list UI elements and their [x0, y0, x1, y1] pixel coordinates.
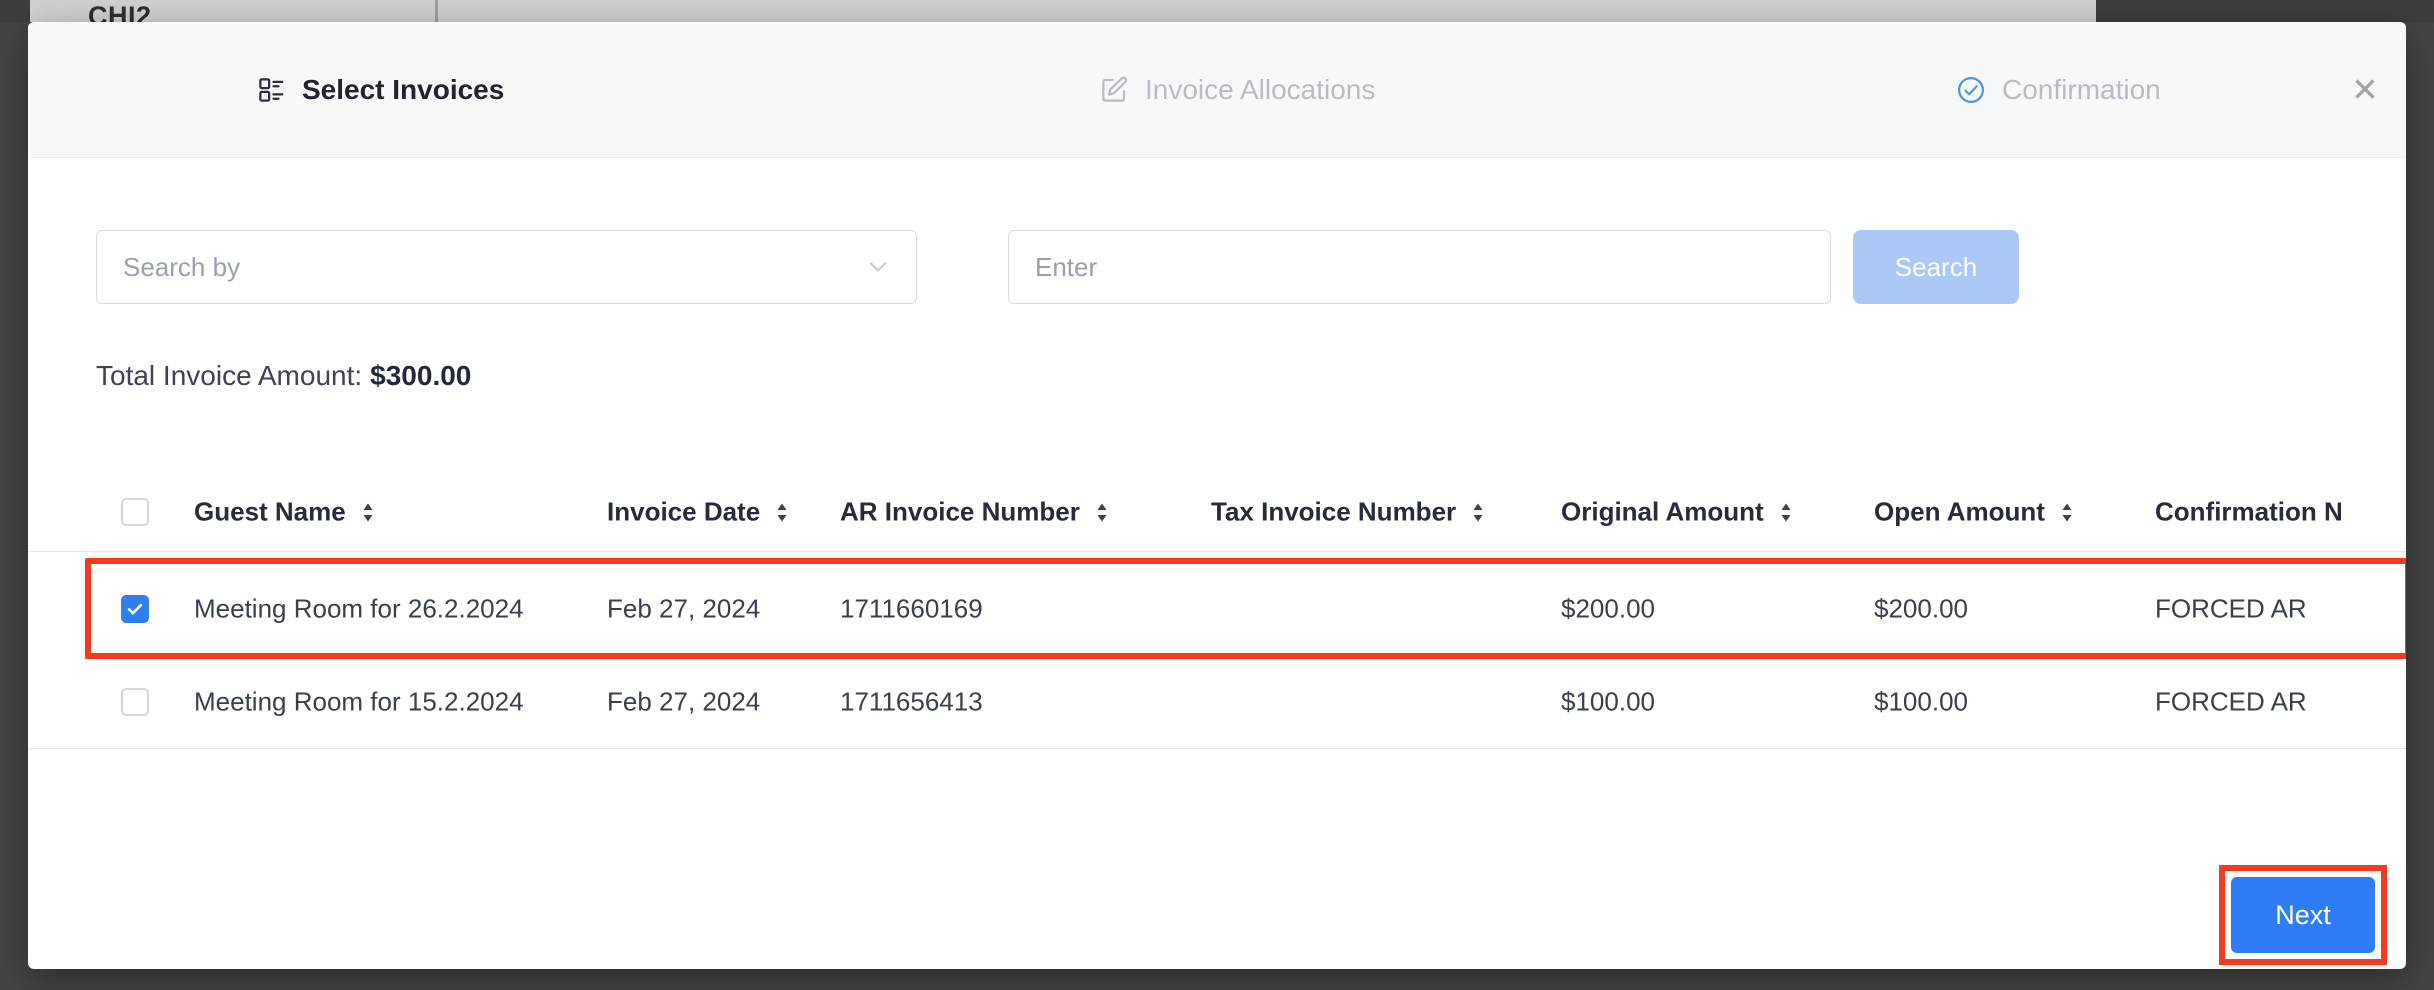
- sort-icon[interactable]: [360, 502, 376, 522]
- check-icon: [125, 599, 145, 619]
- cell-open-amount: $100.00: [1874, 686, 1968, 717]
- column-label: AR Invoice Number: [840, 497, 1080, 528]
- sort-icon[interactable]: [1778, 502, 1794, 522]
- column-label: Open Amount: [1874, 497, 2045, 528]
- select-all-checkbox[interactable]: [121, 498, 149, 526]
- edit-icon: [1099, 75, 1129, 105]
- step-label: Confirmation: [2002, 74, 2161, 106]
- column-label: Guest Name: [194, 497, 346, 528]
- row-checkbox[interactable]: [121, 595, 149, 623]
- total-label: Total Invoice Amount:: [96, 360, 362, 391]
- cell-confirmation-number: FORCED AR: [2155, 686, 2307, 717]
- step-label: Invoice Allocations: [1145, 74, 1375, 106]
- search-by-select[interactable]: Search by: [96, 230, 917, 304]
- column-label: Invoice Date: [607, 497, 760, 528]
- table-header-row: Guest Name Invoice Date AR Invoice Numbe…: [28, 473, 2406, 551]
- chevron-down-icon: [864, 253, 892, 281]
- column-header-original-amount[interactable]: Original Amount: [1561, 497, 1794, 528]
- check-circle-icon: [1956, 75, 1986, 105]
- column-label: Tax Invoice Number: [1211, 497, 1456, 528]
- cell-invoice-date: Feb 27, 2024: [607, 593, 760, 624]
- cell-original-amount: $100.00: [1561, 686, 1655, 717]
- search-value-input[interactable]: [1008, 230, 1831, 304]
- column-label: Original Amount: [1561, 497, 1764, 528]
- background-page-fragment: CHI2: [30, 0, 2096, 22]
- table-row: Meeting Room for 15.2.2024 Feb 27, 2024 …: [28, 655, 2406, 748]
- invoice-selection-modal: Select Invoices Invoice Allocations Conf…: [28, 22, 2406, 969]
- next-button[interactable]: Next: [2231, 877, 2375, 953]
- cell-guest-name: Meeting Room for 15.2.2024: [194, 686, 524, 717]
- background-sidebar-divider: [435, 0, 438, 22]
- column-label: Confirmation N: [2155, 497, 2343, 528]
- row-checkbox[interactable]: [121, 688, 149, 716]
- table-divider: [28, 748, 2406, 749]
- sort-icon[interactable]: [1470, 502, 1486, 522]
- page-backdrop: CHI2: [0, 0, 2434, 22]
- table-divider: [28, 551, 2406, 552]
- column-header-confirmation-number[interactable]: Confirmation N: [2155, 497, 2343, 528]
- close-icon[interactable]: ✕: [2338, 62, 2392, 116]
- step-confirmation[interactable]: Confirmation: [1956, 22, 2161, 158]
- column-header-open-amount[interactable]: Open Amount: [1874, 497, 2075, 528]
- sort-icon[interactable]: [1094, 502, 1110, 522]
- background-page-title: CHI2: [88, 1, 152, 22]
- column-header-ar-invoice-number[interactable]: AR Invoice Number: [840, 497, 1110, 528]
- total-invoice-amount: Total Invoice Amount: $300.00: [96, 360, 471, 392]
- column-header-invoice-date[interactable]: Invoice Date: [607, 497, 790, 528]
- cell-ar-invoice-number: 1711660169: [840, 593, 983, 624]
- search-button[interactable]: Search: [1853, 230, 2019, 304]
- total-value: $300.00: [370, 360, 471, 391]
- cell-invoice-date: Feb 27, 2024: [607, 686, 760, 717]
- cell-ar-invoice-number: 1711656413: [840, 686, 983, 717]
- step-select-invoices[interactable]: Select Invoices: [256, 22, 504, 158]
- search-bar: Search by Search: [96, 230, 2338, 304]
- sort-icon[interactable]: [2059, 502, 2075, 522]
- step-invoice-allocations[interactable]: Invoice Allocations: [1099, 22, 1375, 158]
- cell-original-amount: $200.00: [1561, 593, 1655, 624]
- table-row: Meeting Room for 26.2.2024 Feb 27, 2024 …: [28, 562, 2406, 655]
- cell-guest-name: Meeting Room for 26.2.2024: [194, 593, 524, 624]
- select-placeholder: Search by: [123, 252, 240, 283]
- step-label: Select Invoices: [302, 74, 504, 106]
- cell-open-amount: $200.00: [1874, 593, 1968, 624]
- cell-confirmation-number: FORCED AR: [2155, 593, 2307, 624]
- column-header-tax-invoice-number[interactable]: Tax Invoice Number: [1211, 497, 1486, 528]
- wizard-steps-header: Select Invoices Invoice Allocations Conf…: [28, 22, 2406, 158]
- select-invoices-icon: [256, 75, 286, 105]
- column-header-guest-name[interactable]: Guest Name: [194, 497, 376, 528]
- sort-icon[interactable]: [774, 502, 790, 522]
